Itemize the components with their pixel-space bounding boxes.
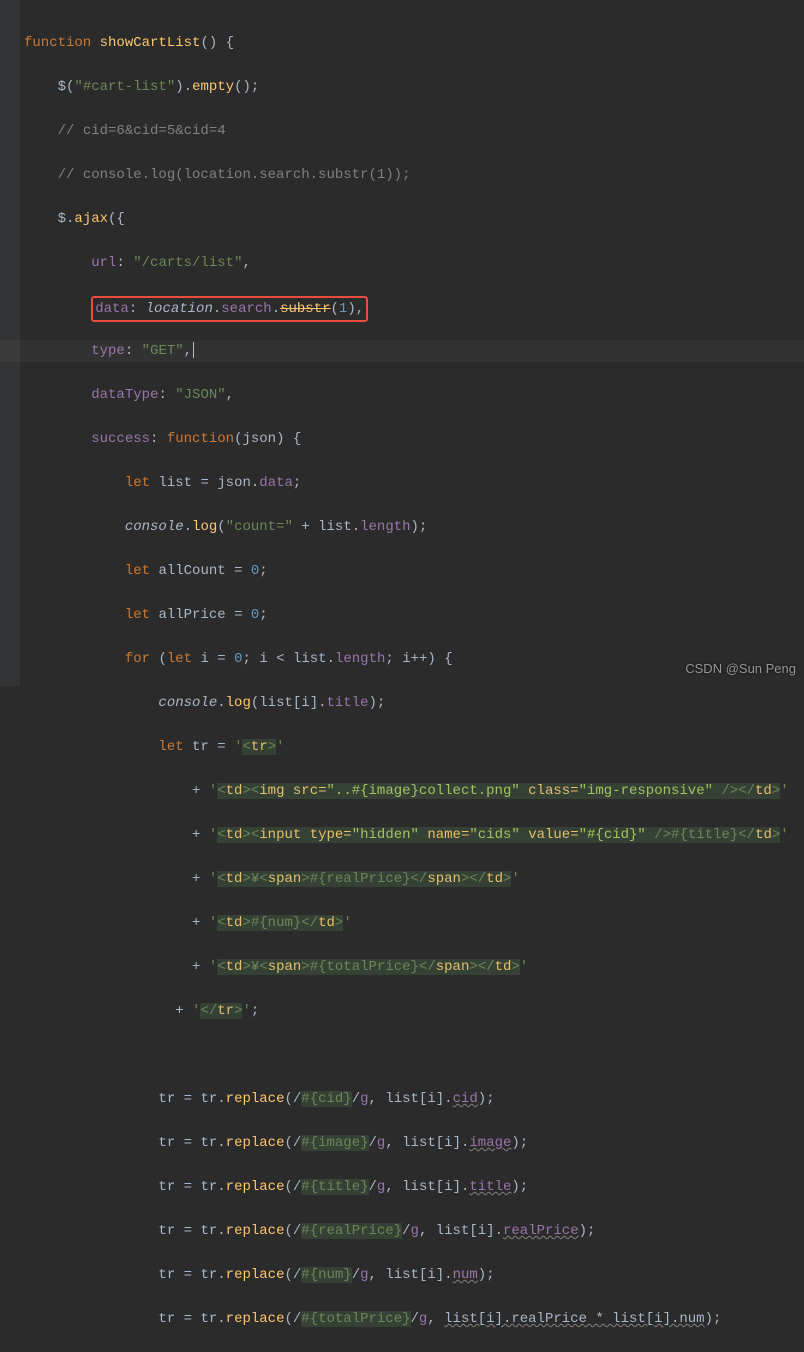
code-line[interactable]: let tr = '<tr>'	[0, 736, 804, 758]
code-editor[interactable]: function showCartList() { $("#cart-list"…	[0, 0, 804, 1352]
code-line[interactable]: tr = tr.replace(/#{realPrice}/g, list[i]…	[0, 1220, 804, 1242]
code-line[interactable]: // console.log(location.search.substr(1)…	[0, 164, 804, 186]
code-line[interactable]: tr = tr.replace(/#{num}/g, list[i].num);	[0, 1264, 804, 1286]
code-line[interactable]: console.log("count=" + list.length);	[0, 516, 804, 538]
code-line[interactable]: function showCartList() {	[0, 32, 804, 54]
code-line[interactable]: + '<td><img src="..#{image}collect.png" …	[0, 780, 804, 802]
watermark: CSDN @Sun Peng	[685, 658, 796, 680]
code-line[interactable]: tr = tr.replace(/#{title}/g, list[i].tit…	[0, 1176, 804, 1198]
code-line[interactable]: let allCount = 0;	[0, 560, 804, 582]
code-line[interactable]: tr = tr.replace(/#{cid}/g, list[i].cid);	[0, 1088, 804, 1110]
highlight-box: data: location.search.substr(1),	[91, 296, 368, 322]
code-line[interactable]: tr = tr.replace(/#{totalPrice}/g, list[i…	[0, 1308, 804, 1330]
code-line[interactable]: + '</tr>';	[0, 1000, 804, 1022]
code-line[interactable]: $.ajax({	[0, 208, 804, 230]
code-line[interactable]: success: function(json) {	[0, 428, 804, 450]
code-line[interactable]: + '<td><input type="hidden" name="cids" …	[0, 824, 804, 846]
code-line[interactable]: // cid=6&cid=5&cid=4	[0, 120, 804, 142]
code-line[interactable]: + '<td>¥<span>#{totalPrice}</span></td>'	[0, 956, 804, 978]
code-line-current[interactable]: type: "GET",	[0, 340, 804, 362]
text-cursor	[193, 342, 194, 358]
code-line[interactable]: tr = tr.replace(/#{image}/g, list[i].ima…	[0, 1132, 804, 1154]
code-line[interactable]: let list = json.data;	[0, 472, 804, 494]
code-line[interactable]	[0, 1044, 804, 1066]
code-line[interactable]: dataType: "JSON",	[0, 384, 804, 406]
code-line[interactable]: $("#cart-list").empty();	[0, 76, 804, 98]
code-line[interactable]: url: "/carts/list",	[0, 252, 804, 274]
code-line[interactable]: console.log(list[i].title);	[0, 692, 804, 714]
code-line[interactable]: + '<td>¥<span>#{realPrice}</span></td>'	[0, 868, 804, 890]
code-line[interactable]: data: location.search.substr(1),	[0, 296, 804, 318]
code-line[interactable]: let allPrice = 0;	[0, 604, 804, 626]
code-line[interactable]: + '<td>#{num}</td>'	[0, 912, 804, 934]
code-line[interactable]: for (let i = 0; i < list.length; i++) {	[0, 648, 804, 670]
